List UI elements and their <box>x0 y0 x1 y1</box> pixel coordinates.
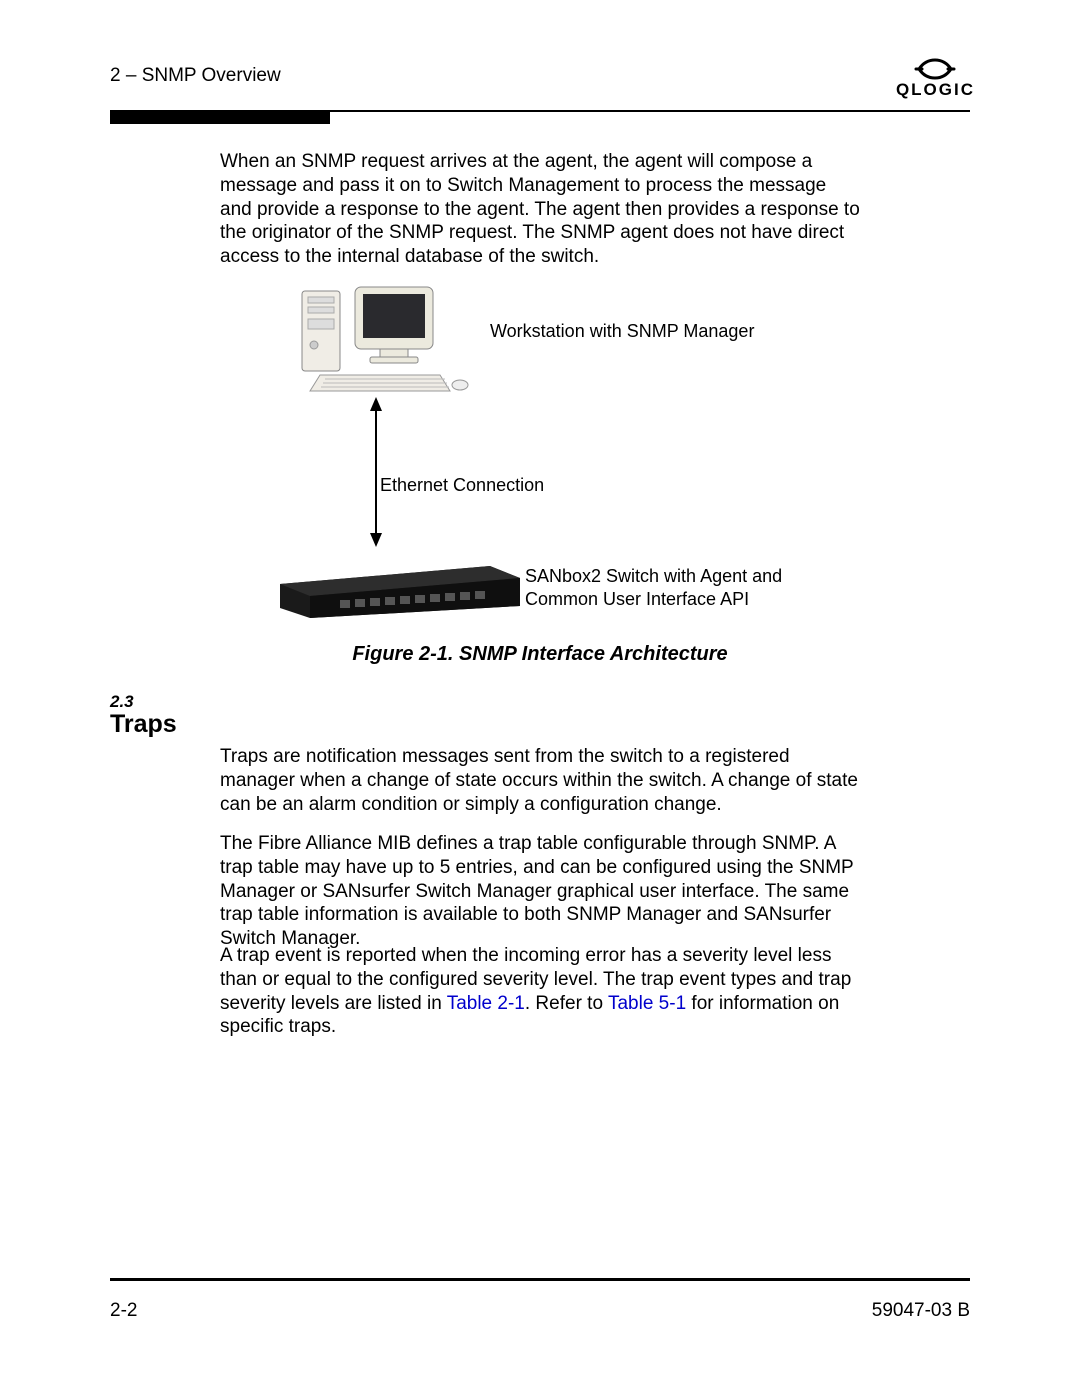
intro-paragraph: When an SNMP request arrives at the agen… <box>220 150 860 269</box>
p4-text-b: . Refer to <box>525 993 608 1014</box>
footer-rule <box>110 1278 970 1281</box>
link-table-5-1[interactable]: Table 5-1 <box>608 993 686 1014</box>
brand-logo: QLOGIC <box>896 58 975 100</box>
ethernet-label: Ethernet Connection <box>380 475 544 496</box>
brand-logo-text: QLOGIC <box>896 80 975 100</box>
workstation-label: Workstation with SNMP Manager <box>490 321 754 342</box>
switch-illustration <box>280 560 520 625</box>
figure-snmp-architecture: Workstation with SNMP Manager Ethernet C… <box>220 285 860 625</box>
section-number: 2.3 <box>110 692 134 712</box>
header-breadcrumb: 2 – SNMP Overview <box>110 65 281 87</box>
figure-caption: Figure 2-1. SNMP Interface Architecture <box>220 643 860 666</box>
switch-label-line2: Common User Interface API <box>525 589 749 609</box>
page-number: 2-2 <box>110 1300 137 1322</box>
switch-label: SANbox2 Switch with Agent and Common Use… <box>525 565 782 610</box>
switch-label-line1: SANbox2 Switch with Agent and <box>525 566 782 586</box>
link-table-2-1[interactable]: Table 2-1 <box>447 993 525 1014</box>
workstation-illustration <box>300 285 470 400</box>
traps-paragraph-1: Traps are notification messages sent fro… <box>220 745 860 816</box>
traps-paragraph-2: The Fibre Alliance MIB defines a trap ta… <box>220 832 870 951</box>
header-accent-bar <box>110 110 330 124</box>
traps-paragraph-3: A trap event is reported when the incomi… <box>220 944 870 1039</box>
qlogic-mark-icon <box>896 58 975 80</box>
document-id: 59047-03 B <box>872 1300 970 1322</box>
section-title: Traps <box>110 710 177 739</box>
